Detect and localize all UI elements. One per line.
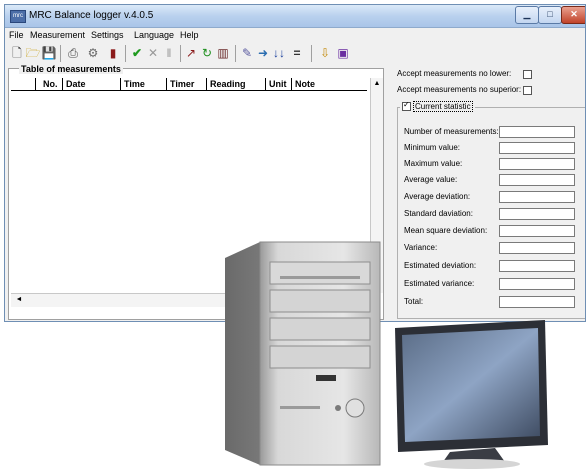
check-icon[interactable]: ✔ xyxy=(129,45,145,61)
stat-label: Mean square deviation: xyxy=(404,226,488,235)
info-icon[interactable]: ▣ xyxy=(335,45,351,61)
accept-superior-checkbox[interactable] xyxy=(523,86,532,95)
menu-bar: File Measurement Settings Language Help xyxy=(5,28,585,42)
settings-icon[interactable]: ⚙ xyxy=(85,45,101,61)
stat-label: Minimum value: xyxy=(404,143,461,152)
refresh-icon[interactable]: ↻ xyxy=(199,45,215,61)
col-time[interactable]: Time xyxy=(124,79,145,89)
col-timer[interactable]: Timer xyxy=(170,79,194,89)
save-icon[interactable]: 💾 xyxy=(41,45,57,61)
current-statistic-checkbox[interactable] xyxy=(402,100,411,112)
accept-lower-label: Accept measurements no lower: xyxy=(397,69,512,78)
stat-field-mean-square[interactable] xyxy=(499,225,575,237)
equals-icon[interactable]: = xyxy=(289,45,305,61)
menu-language[interactable]: Language xyxy=(134,30,174,40)
menu-file[interactable]: File xyxy=(9,30,24,40)
pc-tower xyxy=(225,241,381,466)
menu-help[interactable]: Help xyxy=(180,30,199,40)
col-reading[interactable]: Reading xyxy=(210,79,246,89)
import-icon[interactable]: ⇩ xyxy=(317,45,333,61)
stat-field-minimum[interactable] xyxy=(499,142,575,154)
lcd-monitor xyxy=(395,320,548,469)
close-button[interactable]: ✕ xyxy=(561,6,585,24)
toolbar: 🗋 🗁 💾 ⎙ ⚙ ▮ ✔ ✕ ‖ ↗ ↻ ▥ ✎ ➜ ↓↓ = ⇩ ▣ xyxy=(5,43,585,65)
col-note[interactable]: Note xyxy=(295,79,315,89)
current-statistic-label[interactable]: Current statistic xyxy=(413,101,473,112)
table-caption: Table of measurements xyxy=(19,64,123,74)
scroll-left-arrow[interactable]: ◄ xyxy=(13,294,25,306)
statistics-legend: Current statistic xyxy=(400,100,475,112)
chart-icon[interactable]: ▥ xyxy=(215,45,231,61)
pause-icon[interactable]: ‖ xyxy=(161,45,177,61)
stat-label: Number of measurements: xyxy=(404,127,499,136)
title-bar[interactable]: mrc MRC Balance logger v.4.0.5 ▁ □ ✕ xyxy=(5,5,585,28)
maximize-button[interactable]: □ xyxy=(538,6,562,24)
stat-field-average-deviation[interactable] xyxy=(499,191,575,203)
menu-settings[interactable]: Settings xyxy=(91,30,124,40)
stat-label: Average value: xyxy=(404,175,458,184)
print-icon[interactable]: ⎙ xyxy=(65,45,81,61)
stat-label: Standard daviation: xyxy=(404,209,473,218)
accept-superior-label: Accept measurements no superior: xyxy=(397,85,522,94)
computer-illustration xyxy=(225,241,548,469)
open-folder-icon[interactable]: 🗁 xyxy=(25,45,41,61)
col-no[interactable]: No. xyxy=(43,79,58,89)
stat-label: Maximum value: xyxy=(404,159,463,168)
menu-measurement[interactable]: Measurement xyxy=(30,30,85,40)
stat-field-standard-deviation[interactable] xyxy=(499,208,575,220)
export-icon[interactable]: ▮ xyxy=(105,45,121,61)
cancel-icon[interactable]: ✕ xyxy=(145,45,161,61)
stat-field-average[interactable] xyxy=(499,174,575,186)
table-header: No. Date Time Timer Reading Unit Note xyxy=(11,78,367,91)
stat-field-number[interactable] xyxy=(499,126,575,138)
graph-icon[interactable]: ↗ xyxy=(183,45,199,61)
col-unit[interactable]: Unit xyxy=(269,79,287,89)
sort-icon[interactable]: ↓↓ xyxy=(271,45,287,61)
scroll-up-arrow[interactable]: ▲ xyxy=(371,78,383,90)
col-date[interactable]: Date xyxy=(66,79,86,89)
accept-lower-checkbox[interactable] xyxy=(523,70,532,79)
stat-field-maximum[interactable] xyxy=(499,158,575,170)
stat-label: Average deviation: xyxy=(404,192,471,201)
window-title: MRC Balance logger v.4.0.5 xyxy=(29,10,154,21)
app-icon: mrc xyxy=(10,10,26,23)
new-file-icon[interactable]: 🗋 xyxy=(9,45,25,61)
forward-icon[interactable]: ➜ xyxy=(255,45,271,61)
minimize-button[interactable]: ▁ xyxy=(515,6,539,24)
tools-icon[interactable]: ✎ xyxy=(239,45,255,61)
